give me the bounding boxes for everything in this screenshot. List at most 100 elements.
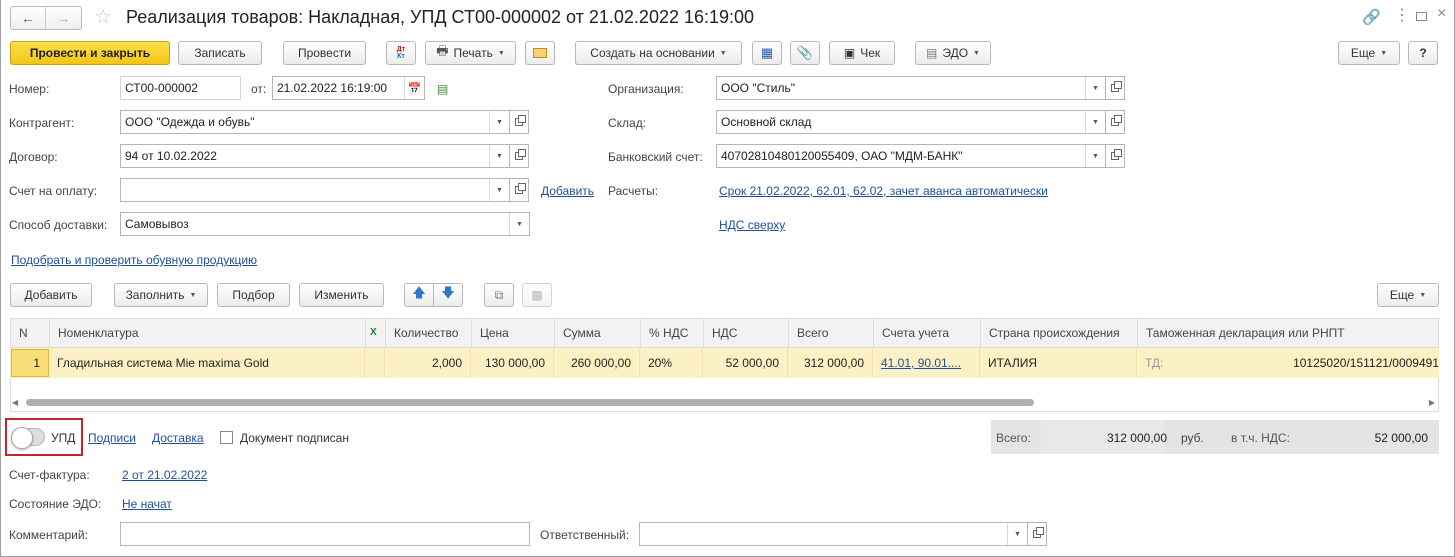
scroll-right-icon[interactable]: ▶ — [1429, 398, 1435, 407]
organization-field[interactable]: ООО "Стиль" ▼ — [716, 76, 1106, 100]
vat-on-top-link[interactable]: НДС сверху — [719, 218, 785, 232]
back-icon[interactable]: ← — [11, 7, 47, 29]
chevron-down-icon[interactable]: ▼ — [1085, 77, 1105, 99]
email-button[interactable] — [525, 41, 555, 65]
row-vat[interactable]: 52 000,00 — [703, 348, 788, 378]
open-contract-icon[interactable] — [510, 144, 529, 168]
responsible-field[interactable]: ▼ — [639, 522, 1028, 546]
col-price[interactable]: Цена — [472, 319, 555, 347]
help-button[interactable]: ? — [1408, 41, 1438, 65]
bank-account-field[interactable]: 40702810480120055409, ОАО "МДМ-БАНК" ▼ — [716, 144, 1106, 168]
menu-icon[interactable]: ⋮ — [1394, 5, 1410, 25]
copy-row-button[interactable]: ⧉ — [484, 283, 514, 307]
edo-state-link[interactable]: Не начат — [122, 497, 172, 511]
row-qty[interactable]: 2,000 — [385, 348, 471, 378]
link-icon[interactable]: 🔗 — [1362, 8, 1381, 26]
move-up-button[interactable]: 🡅 — [404, 283, 434, 307]
warehouse-label: Склад: — [608, 116, 647, 130]
signed-checkbox[interactable] — [220, 431, 233, 444]
dtkt-icon: Дт Кт — [396, 46, 406, 60]
create-based-button[interactable]: Создать на основании ▼ — [575, 41, 742, 65]
fill-button[interactable]: Заполнить ▼ — [114, 283, 208, 307]
scroll-left-icon[interactable]: ◀ — [12, 398, 18, 407]
row-item[interactable]: Гладильная система Mie maxima Gold — [49, 348, 365, 378]
invoice-field[interactable]: ▼ — [120, 178, 510, 202]
table-row[interactable]: 1 Гладильная система Mie maxima Gold 2,0… — [10, 348, 1439, 378]
date-field[interactable]: 21.02.2022 16:19:00 📅 — [272, 76, 425, 100]
open-invoice-icon[interactable] — [510, 178, 529, 202]
nav-buttons: ← → — [10, 6, 82, 30]
comment-field[interactable] — [120, 522, 530, 546]
favorite-star-icon[interactable]: ☆ — [94, 4, 112, 29]
chevron-down-icon[interactable]: ▼ — [1085, 111, 1105, 133]
edo-button[interactable]: ▤ ЭДО ▼ — [915, 41, 991, 65]
col-accounts[interactable]: Счета учета — [874, 319, 981, 347]
post-and-close-button[interactable]: Провести и закрыть — [10, 41, 170, 65]
row-total[interactable]: 312 000,00 — [788, 348, 873, 378]
table-more-button[interactable]: Еще ▼ — [1377, 283, 1439, 307]
col-qty[interactable]: Количество — [386, 319, 472, 347]
chevron-down-icon[interactable]: ▼ — [489, 111, 509, 133]
shoes-marking-link[interactable]: Подобрать и проверить обувную продукцию — [11, 253, 257, 267]
counterparty-field[interactable]: ООО "Одежда и обувь" ▼ — [120, 110, 510, 134]
invoice-doc-link[interactable]: 2 от 21.02.2022 — [122, 468, 207, 482]
open-warehouse-icon[interactable] — [1106, 110, 1125, 134]
settlements-link[interactable]: Срок 21.02.2022, 62.01, 62.02, зачет ава… — [719, 184, 1048, 198]
paste-button[interactable]: ▩ — [522, 283, 552, 307]
col-item[interactable]: Номенклатура — [50, 319, 366, 347]
open-organization-icon[interactable] — [1106, 76, 1125, 100]
chevron-down-icon[interactable]: ▼ — [1085, 145, 1105, 167]
delivery-link[interactable]: Доставка — [152, 431, 204, 445]
row-accounts[interactable]: 41.01, 90.01.... — [873, 348, 980, 378]
chevron-down-icon: ▼ — [1380, 49, 1388, 57]
forward-icon[interactable]: → — [46, 7, 81, 29]
post-and-close-label: Провести и закрыть — [29, 46, 151, 60]
open-counterparty-icon[interactable] — [510, 110, 529, 134]
more-button[interactable]: Еще ▼ — [1338, 41, 1400, 65]
col-vat[interactable]: НДС — [704, 319, 789, 347]
close-icon[interactable]: × — [1437, 5, 1446, 23]
horizontal-scrollbar[interactable]: ◀ ▶ — [10, 396, 1439, 410]
structure-button[interactable]: ▦ — [752, 41, 782, 65]
signatures-link[interactable]: Подписи — [88, 431, 136, 445]
contract-field[interactable]: 94 от 10.02.2022 ▼ — [120, 144, 510, 168]
calendar-icon[interactable]: 📅 — [404, 77, 424, 99]
chevron-down-icon[interactable]: ▼ — [489, 145, 509, 167]
dtkt-button[interactable]: Дт Кт — [386, 41, 416, 65]
add-invoice-link[interactable]: Добавить — [541, 184, 594, 198]
col-n[interactable]: N — [11, 319, 50, 347]
chevron-down-icon[interactable]: ▼ — [489, 179, 509, 201]
open-bank-account-icon[interactable] — [1106, 144, 1125, 168]
row-price[interactable]: 130 000,00 — [471, 348, 554, 378]
row-td-value[interactable]: 10125020/151121/0009491 — [1271, 348, 1439, 378]
row-country[interactable]: ИТАЛИЯ — [980, 348, 1137, 378]
print-button[interactable]: 🖶 Печать ▼ — [425, 41, 516, 65]
row-vat-rate[interactable]: 20% — [640, 348, 703, 378]
number-field[interactable]: СТ00-000002 — [120, 76, 241, 100]
attach-button[interactable]: 📎 — [790, 41, 820, 65]
delivery-field[interactable]: Самовывоз ▼ — [120, 212, 530, 236]
chevron-down-icon[interactable]: ▼ — [1007, 523, 1027, 545]
warehouse-field[interactable]: Основной склад ▼ — [716, 110, 1106, 134]
chevron-down-icon[interactable]: ▼ — [509, 213, 529, 235]
pick-button[interactable]: Подбор — [217, 283, 290, 307]
save-button[interactable]: Записать — [178, 41, 262, 65]
upd-toggle[interactable] — [11, 427, 45, 449]
col-vat-rate[interactable]: % НДС — [641, 319, 704, 347]
row-n[interactable]: 1 — [11, 349, 49, 377]
add-row-button[interactable]: Добавить — [10, 283, 92, 307]
document-flow-icon[interactable]: ▤ — [437, 82, 448, 96]
post-button[interactable]: Провести — [283, 41, 366, 65]
col-total[interactable]: Всего — [789, 319, 874, 347]
open-responsible-icon[interactable] — [1028, 522, 1047, 546]
change-button[interactable]: Изменить — [299, 283, 384, 307]
check-button[interactable]: ▣ Чек — [829, 41, 895, 65]
scroll-thumb[interactable] — [26, 399, 1034, 406]
organization-value: ООО "Стиль" — [721, 81, 795, 95]
col-sum[interactable]: Сумма — [555, 319, 641, 347]
col-country[interactable]: Страна происхождения — [981, 319, 1138, 347]
move-down-button[interactable]: 🡇 — [433, 283, 463, 307]
col-customs[interactable]: Таможенная декларация или РНПТ — [1138, 319, 1438, 347]
row-sum[interactable]: 260 000,00 — [554, 348, 640, 378]
maximize-icon[interactable] — [1416, 12, 1427, 21]
